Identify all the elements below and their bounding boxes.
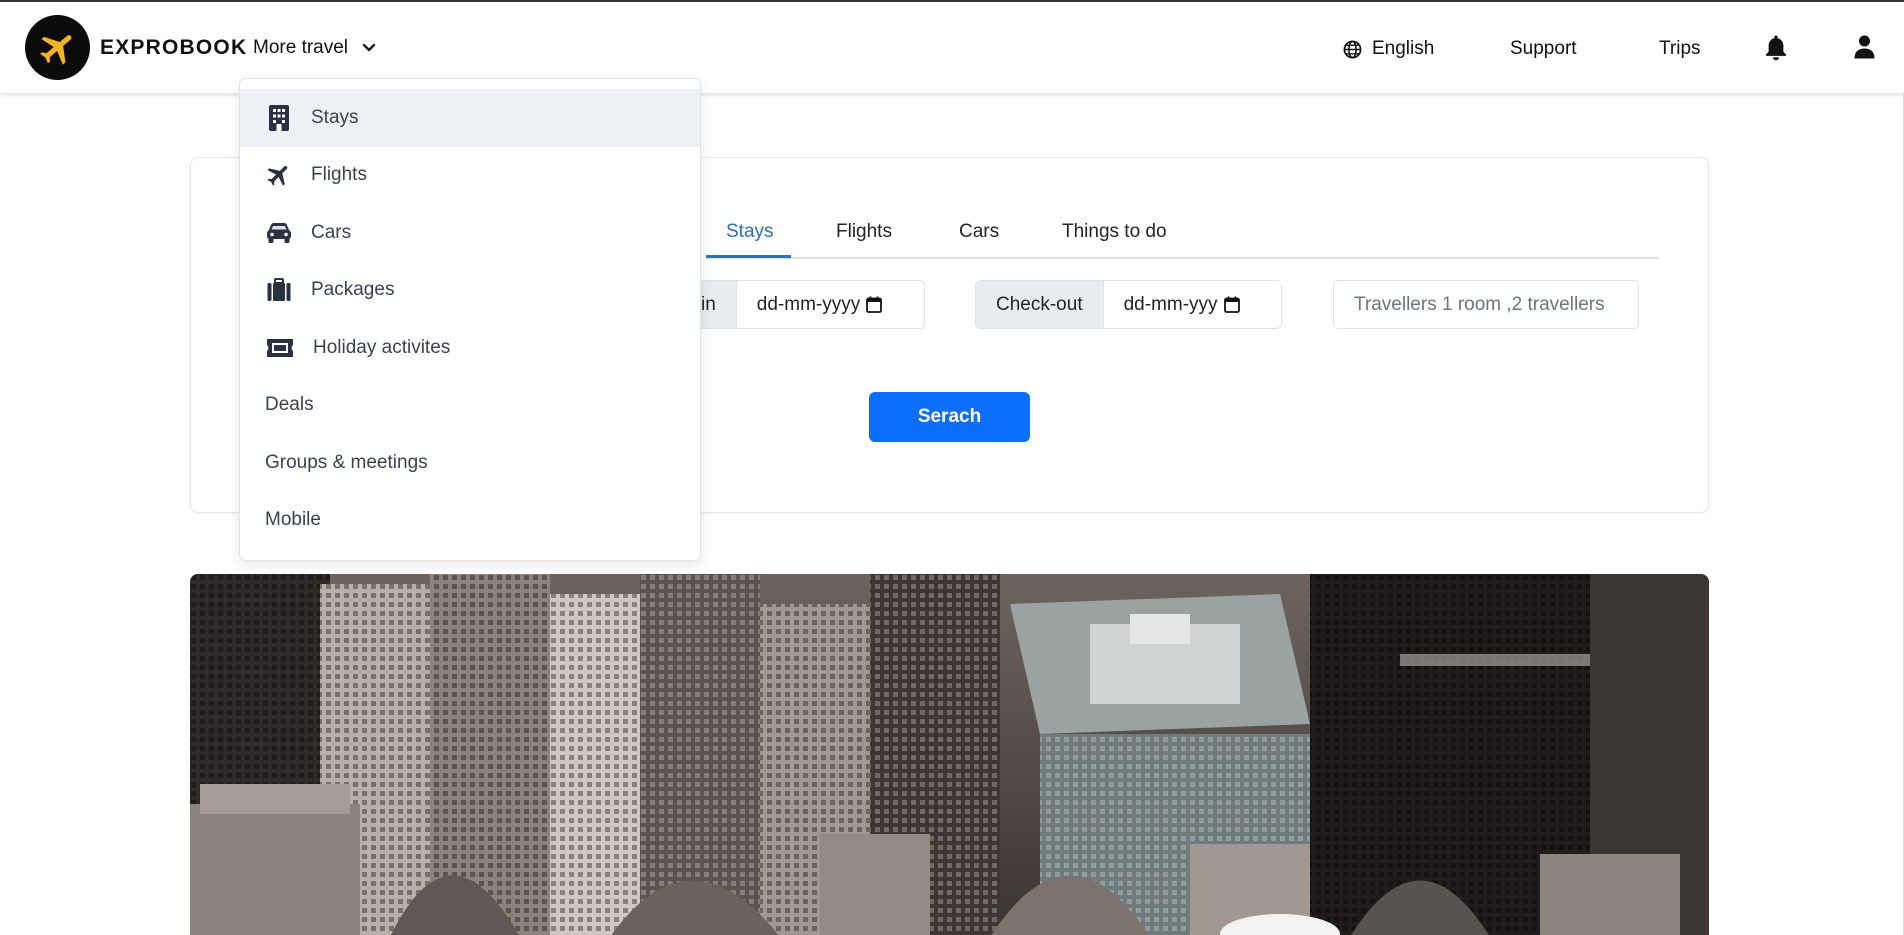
support-link[interactable]: Support xyxy=(1510,38,1577,60)
dropdown-item-stays[interactable]: Stays xyxy=(240,89,700,147)
checkout-date-value: dd-mm-yyy xyxy=(1123,293,1218,315)
brand-name[interactable]: EXPROBOOK xyxy=(100,36,247,60)
ticket-icon xyxy=(265,334,295,362)
city-aerial-photo xyxy=(190,574,1709,935)
trips-link[interactable]: Trips xyxy=(1659,38,1701,60)
car-icon xyxy=(265,219,293,247)
dropdown-item-label: Holiday activites xyxy=(313,336,451,358)
search-button[interactable]: Serach xyxy=(869,392,1030,442)
more-travel-dropdown: Stays Flights Cars Packages Holiday acti… xyxy=(239,78,701,561)
checkin-date-value: dd-mm-yyyy xyxy=(756,293,861,315)
dropdown-item-mobile[interactable]: Mobile xyxy=(240,492,700,550)
tab-things-to-do[interactable]: Things to do xyxy=(1062,221,1167,243)
globe-icon xyxy=(1343,40,1362,58)
dropdown-item-label: Flights xyxy=(311,164,367,186)
active-tab-indicator xyxy=(706,255,791,258)
search-tabs: Stays Flights Cars Things to do xyxy=(706,205,1659,259)
suitcase-icon xyxy=(265,276,293,304)
dropdown-item-label: Mobile xyxy=(265,509,321,531)
more-travel-label: More travel xyxy=(253,37,349,58)
tab-stays[interactable]: Stays xyxy=(726,221,774,243)
dropdown-item-label: Stays xyxy=(311,106,359,128)
dropdown-item-groups-meetings[interactable]: Groups & meetings xyxy=(240,434,700,492)
dropdown-item-holiday-activities[interactable]: Holiday activites xyxy=(240,319,700,377)
dropdown-item-flights[interactable]: Flights xyxy=(240,147,700,205)
checkin-date-input[interactable]: dd-mm-yyyy xyxy=(737,281,902,328)
dropdown-item-label: Deals xyxy=(265,394,314,416)
checkout-date-input[interactable]: dd-mm-yyy xyxy=(1104,281,1260,328)
checkout-label: Check-out xyxy=(976,281,1104,328)
dropdown-item-deals[interactable]: Deals xyxy=(240,377,700,435)
account-button[interactable] xyxy=(1854,35,1875,64)
travellers-input[interactable]: Travellers 1 room ,2 travellers xyxy=(1333,280,1639,329)
plane-icon xyxy=(265,161,293,189)
dropdown-item-label: Packages xyxy=(311,279,395,301)
tab-flights[interactable]: Flights xyxy=(836,221,892,243)
dropdown-item-label: Cars xyxy=(311,221,352,243)
bell-icon xyxy=(1766,35,1786,61)
language-label: English xyxy=(1372,38,1435,59)
calendar-icon[interactable] xyxy=(866,296,883,313)
checkout-group: Check-out dd-mm-yyy xyxy=(975,280,1282,329)
dropdown-item-packages[interactable]: Packages xyxy=(240,262,700,320)
tab-cars[interactable]: Cars xyxy=(959,221,999,243)
user-icon xyxy=(1854,35,1875,59)
airplane-logo-icon xyxy=(39,34,71,65)
language-selector[interactable]: English xyxy=(1343,38,1434,60)
chevron-down-icon xyxy=(362,43,376,52)
hero-image xyxy=(190,574,1709,935)
more-travel-toggle[interactable]: More travel xyxy=(253,37,376,59)
notifications-button[interactable] xyxy=(1764,34,1788,66)
dropdown-item-cars[interactable]: Cars xyxy=(240,204,700,262)
page: EXPROBOOK More travel English Support Tr… xyxy=(0,0,1904,935)
dropdown-item-label: Groups & meetings xyxy=(265,451,428,473)
logo[interactable] xyxy=(25,15,90,80)
calendar-icon[interactable] xyxy=(1223,296,1240,313)
building-icon xyxy=(265,104,293,132)
